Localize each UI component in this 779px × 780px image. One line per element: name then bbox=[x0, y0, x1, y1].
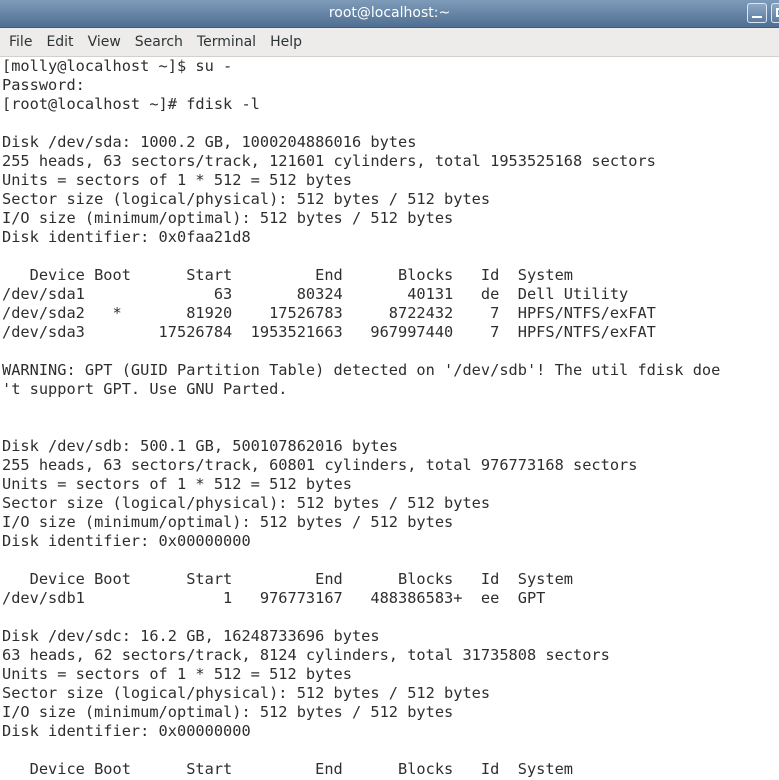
terminal-line: 't support GPT. Use GNU Parted. bbox=[2, 380, 288, 398]
terminal-line: Disk /dev/sda: 1000.2 GB, 1000204886016 … bbox=[2, 133, 417, 151]
terminal-line: Disk identifier: 0x00000000 bbox=[2, 722, 251, 740]
menu-file[interactable]: File bbox=[2, 28, 39, 56]
terminal-line: Device Boot Start End Blocks Id System bbox=[2, 570, 573, 588]
terminal-line: Device Boot Start End Blocks Id System bbox=[2, 760, 573, 778]
terminal-line: Units = sectors of 1 * 512 = 512 bytes bbox=[2, 475, 352, 493]
terminal-line: 63 heads, 62 sectors/track, 8124 cylinde… bbox=[2, 646, 610, 664]
menu-view[interactable]: View bbox=[81, 28, 128, 56]
terminal-line: 255 heads, 63 sectors/track, 121601 cyli… bbox=[2, 152, 656, 170]
terminal-line: Device Boot Start End Blocks Id System bbox=[2, 266, 573, 284]
terminal-line: /dev/sdb1 1 976773167 488386583+ ee GPT bbox=[2, 589, 546, 607]
terminal-line: Sector size (logical/physical): 512 byte… bbox=[2, 494, 491, 512]
menu-terminal[interactable]: Terminal bbox=[190, 28, 263, 56]
terminal-output[interactable]: [molly@localhost ~]$ su - Password: [root@… bbox=[0, 57, 779, 780]
window-title: root@localhost:~ bbox=[328, 5, 451, 21]
maximize-button[interactable] bbox=[771, 3, 779, 23]
terminal-line: [root@localhost ~]# fdisk -l bbox=[2, 95, 260, 113]
minimize-icon bbox=[752, 16, 762, 18]
terminal-line: /dev/sda3 17526784 1953521663 967997440 … bbox=[2, 323, 656, 341]
terminal-line: Disk identifier: 0x0faa21d8 bbox=[2, 228, 251, 246]
terminal-line: I/O size (minimum/optimal): 512 bytes / … bbox=[2, 513, 454, 531]
menu-help[interactable]: Help bbox=[263, 28, 309, 56]
terminal-line: Units = sectors of 1 * 512 = 512 bytes bbox=[2, 171, 352, 189]
terminal-line: WARNING: GPT (GUID Partition Table) dete… bbox=[2, 361, 721, 379]
window-titlebar[interactable]: root@localhost:~ bbox=[0, 0, 779, 28]
menu-search[interactable]: Search bbox=[128, 28, 190, 56]
terminal-line: I/O size (minimum/optimal): 512 bytes / … bbox=[2, 209, 454, 227]
terminal-line: Disk /dev/sdb: 500.1 GB, 500107862016 by… bbox=[2, 437, 399, 455]
terminal-line: Sector size (logical/physical): 512 byte… bbox=[2, 684, 491, 702]
terminal-line: /dev/sda1 63 80324 40131 de Dell Utility bbox=[2, 285, 629, 303]
menu-edit[interactable]: Edit bbox=[39, 28, 80, 56]
terminal-line: Units = sectors of 1 * 512 = 512 bytes bbox=[2, 665, 352, 683]
terminal-line: 255 heads, 63 sectors/track, 60801 cylin… bbox=[2, 456, 638, 474]
minimize-button[interactable] bbox=[747, 3, 767, 23]
terminal-line: [molly@localhost ~]$ su - bbox=[2, 57, 233, 75]
terminal-line: Disk /dev/sdc: 16.2 GB, 16248733696 byte… bbox=[2, 627, 380, 645]
terminal-line: I/O size (minimum/optimal): 512 bytes / … bbox=[2, 703, 454, 721]
terminal-line: Sector size (logical/physical): 512 byte… bbox=[2, 190, 491, 208]
menubar: File Edit View Search Terminal Help bbox=[0, 28, 779, 57]
terminal-line: /dev/sda2 * 81920 17526783 8722432 7 HPF… bbox=[2, 304, 656, 322]
terminal-line: Disk identifier: 0x00000000 bbox=[2, 532, 251, 550]
terminal-line: Password: bbox=[2, 76, 85, 94]
